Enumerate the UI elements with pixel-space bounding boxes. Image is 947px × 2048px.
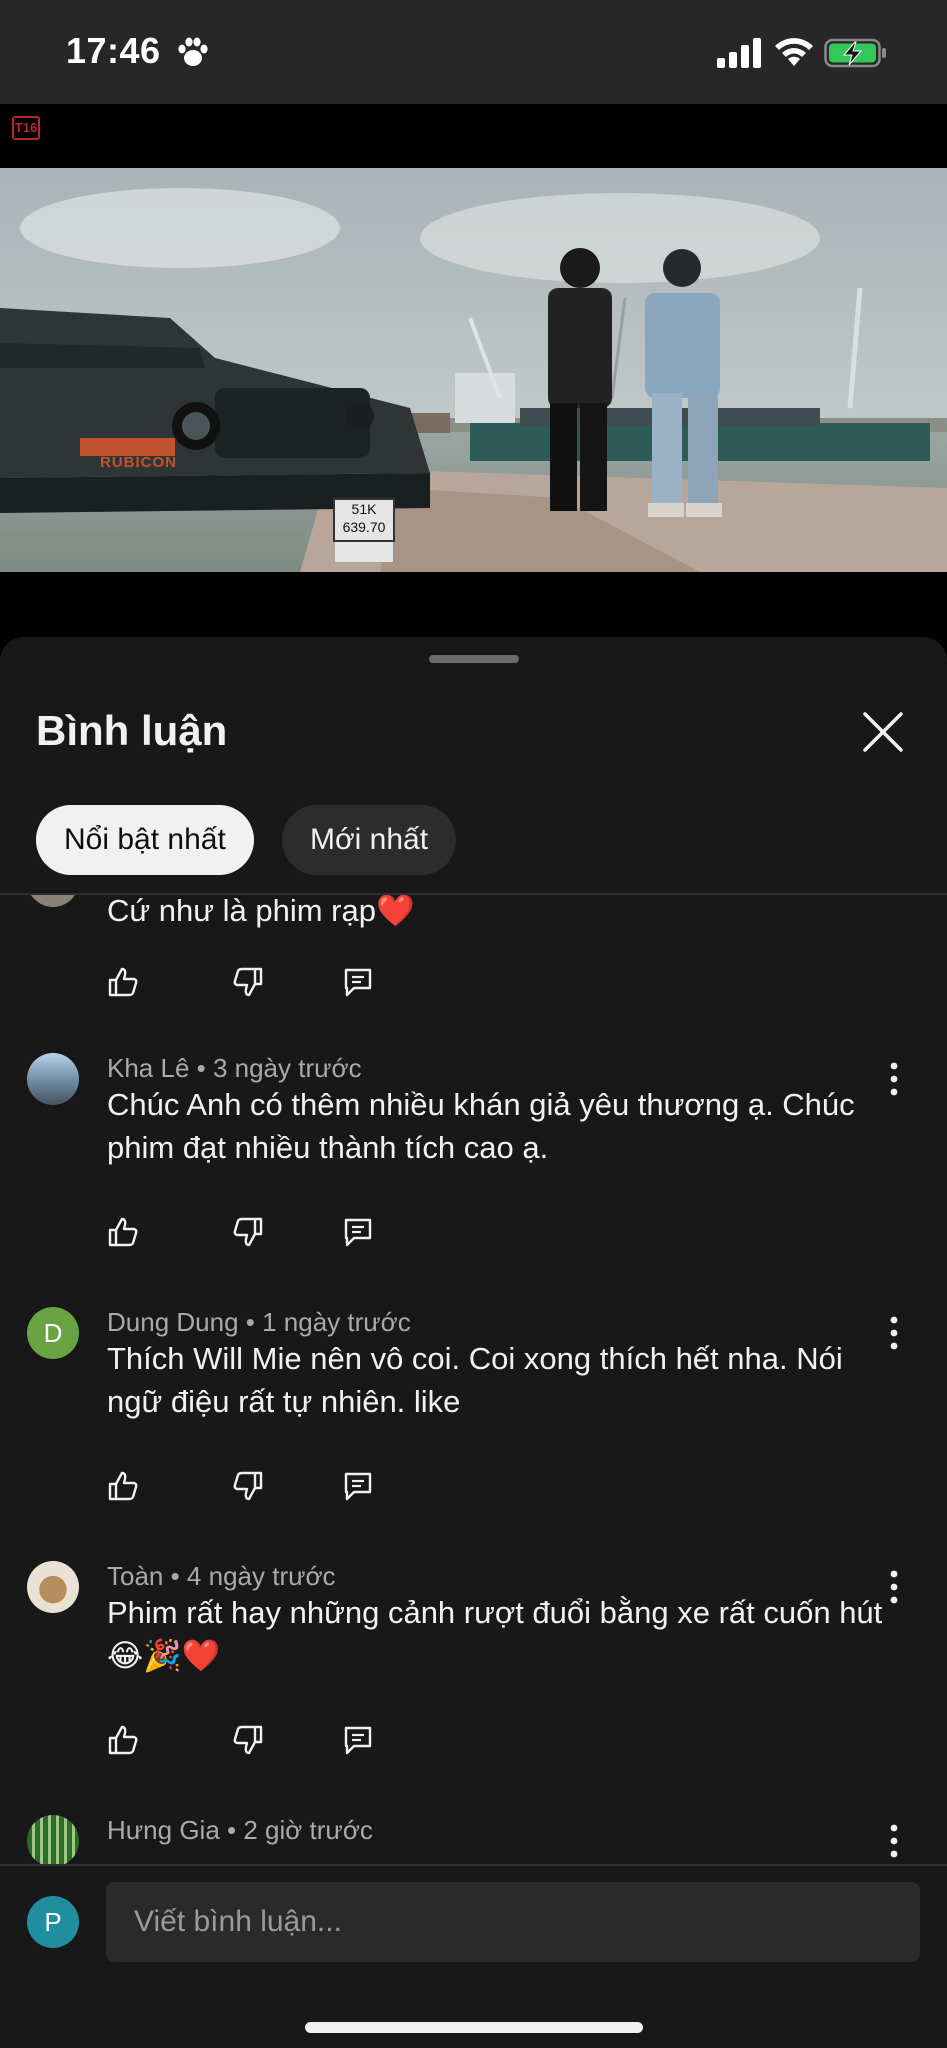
status-bar: 17:46 [0,0,947,104]
thumbs-up-icon[interactable] [106,1469,140,1503]
thumbs-up-icon[interactable] [106,1215,140,1249]
thumbs-up-icon[interactable] [106,965,140,999]
paw-icon [178,37,208,66]
filter-top-comments[interactable]: Nổi bật nhất [36,805,254,875]
video-player[interactable]: T16 51K 639.70 RUBICON [0,104,947,636]
comment-meta: Hưng Gia • 2 giờ trước [107,1815,373,1845]
jeep-badge: RUBICON [100,454,177,471]
reply-icon[interactable] [341,1469,375,1503]
avatar[interactable] [27,895,79,907]
filter-newest[interactable]: Mới nhất [282,805,457,875]
status-time: 17:46 [66,30,161,71]
comment-text: Chúc Anh có thêm nhiều khán giả yêu thươ… [107,1087,855,1165]
comments-list[interactable]: Cứ như là phim rạp❤️ Kha Lê • 3 ngày trư… [0,895,947,1865]
reply-icon[interactable] [341,1723,375,1757]
avatar[interactable] [27,1561,79,1613]
video-frame [0,168,947,572]
thumbs-down-icon[interactable] [231,965,265,999]
comment-text: Phim rất hay những cảnh rượt đuổi bằng x… [107,1595,883,1673]
close-icon[interactable] [858,707,908,757]
wifi-icon [775,38,813,66]
signal-icon [717,38,761,68]
comment-input[interactable] [106,1882,920,1962]
avatar[interactable] [27,1815,79,1865]
plate-line-2: 639.70 [342,519,386,535]
thumbs-down-icon[interactable] [231,1215,265,1249]
comment-composer: P [0,1864,947,2048]
avatar[interactable]: D [27,1307,79,1359]
license-plate: 51K 639.70 [333,498,395,542]
comment-text: Cứ như là phim rạp❤️ [107,895,415,928]
sheet-title: Bình luận [36,707,228,754]
drag-handle[interactable] [429,655,519,663]
comments-sheet: Bình luận Nổi bật nhất Mới nhất Cứ như l… [0,637,947,2048]
user-avatar[interactable]: P [27,1896,79,1948]
more-vert-icon[interactable] [880,1821,908,1861]
thumbs-up-icon[interactable] [106,1723,140,1757]
reply-icon[interactable] [341,965,375,999]
plate-line-1: 51K [351,501,377,517]
comment-meta: Kha Lê • 3 ngày trước [107,1053,362,1083]
age-rating-badge: T16 [12,116,40,140]
avatar[interactable] [27,1053,79,1105]
battery-charging-icon [824,38,886,68]
comment-meta: Toàn • 4 ngày trước [107,1561,336,1591]
thumbs-down-icon[interactable] [231,1469,265,1503]
thumbs-down-icon[interactable] [231,1723,265,1757]
comment-text: Thích Will Mie nên vô coi. Coi xong thíc… [107,1341,843,1419]
comment-meta: Dung Dung • 1 ngày trước [107,1307,411,1337]
home-indicator[interactable] [305,2022,643,2033]
reply-icon[interactable] [341,1215,375,1249]
